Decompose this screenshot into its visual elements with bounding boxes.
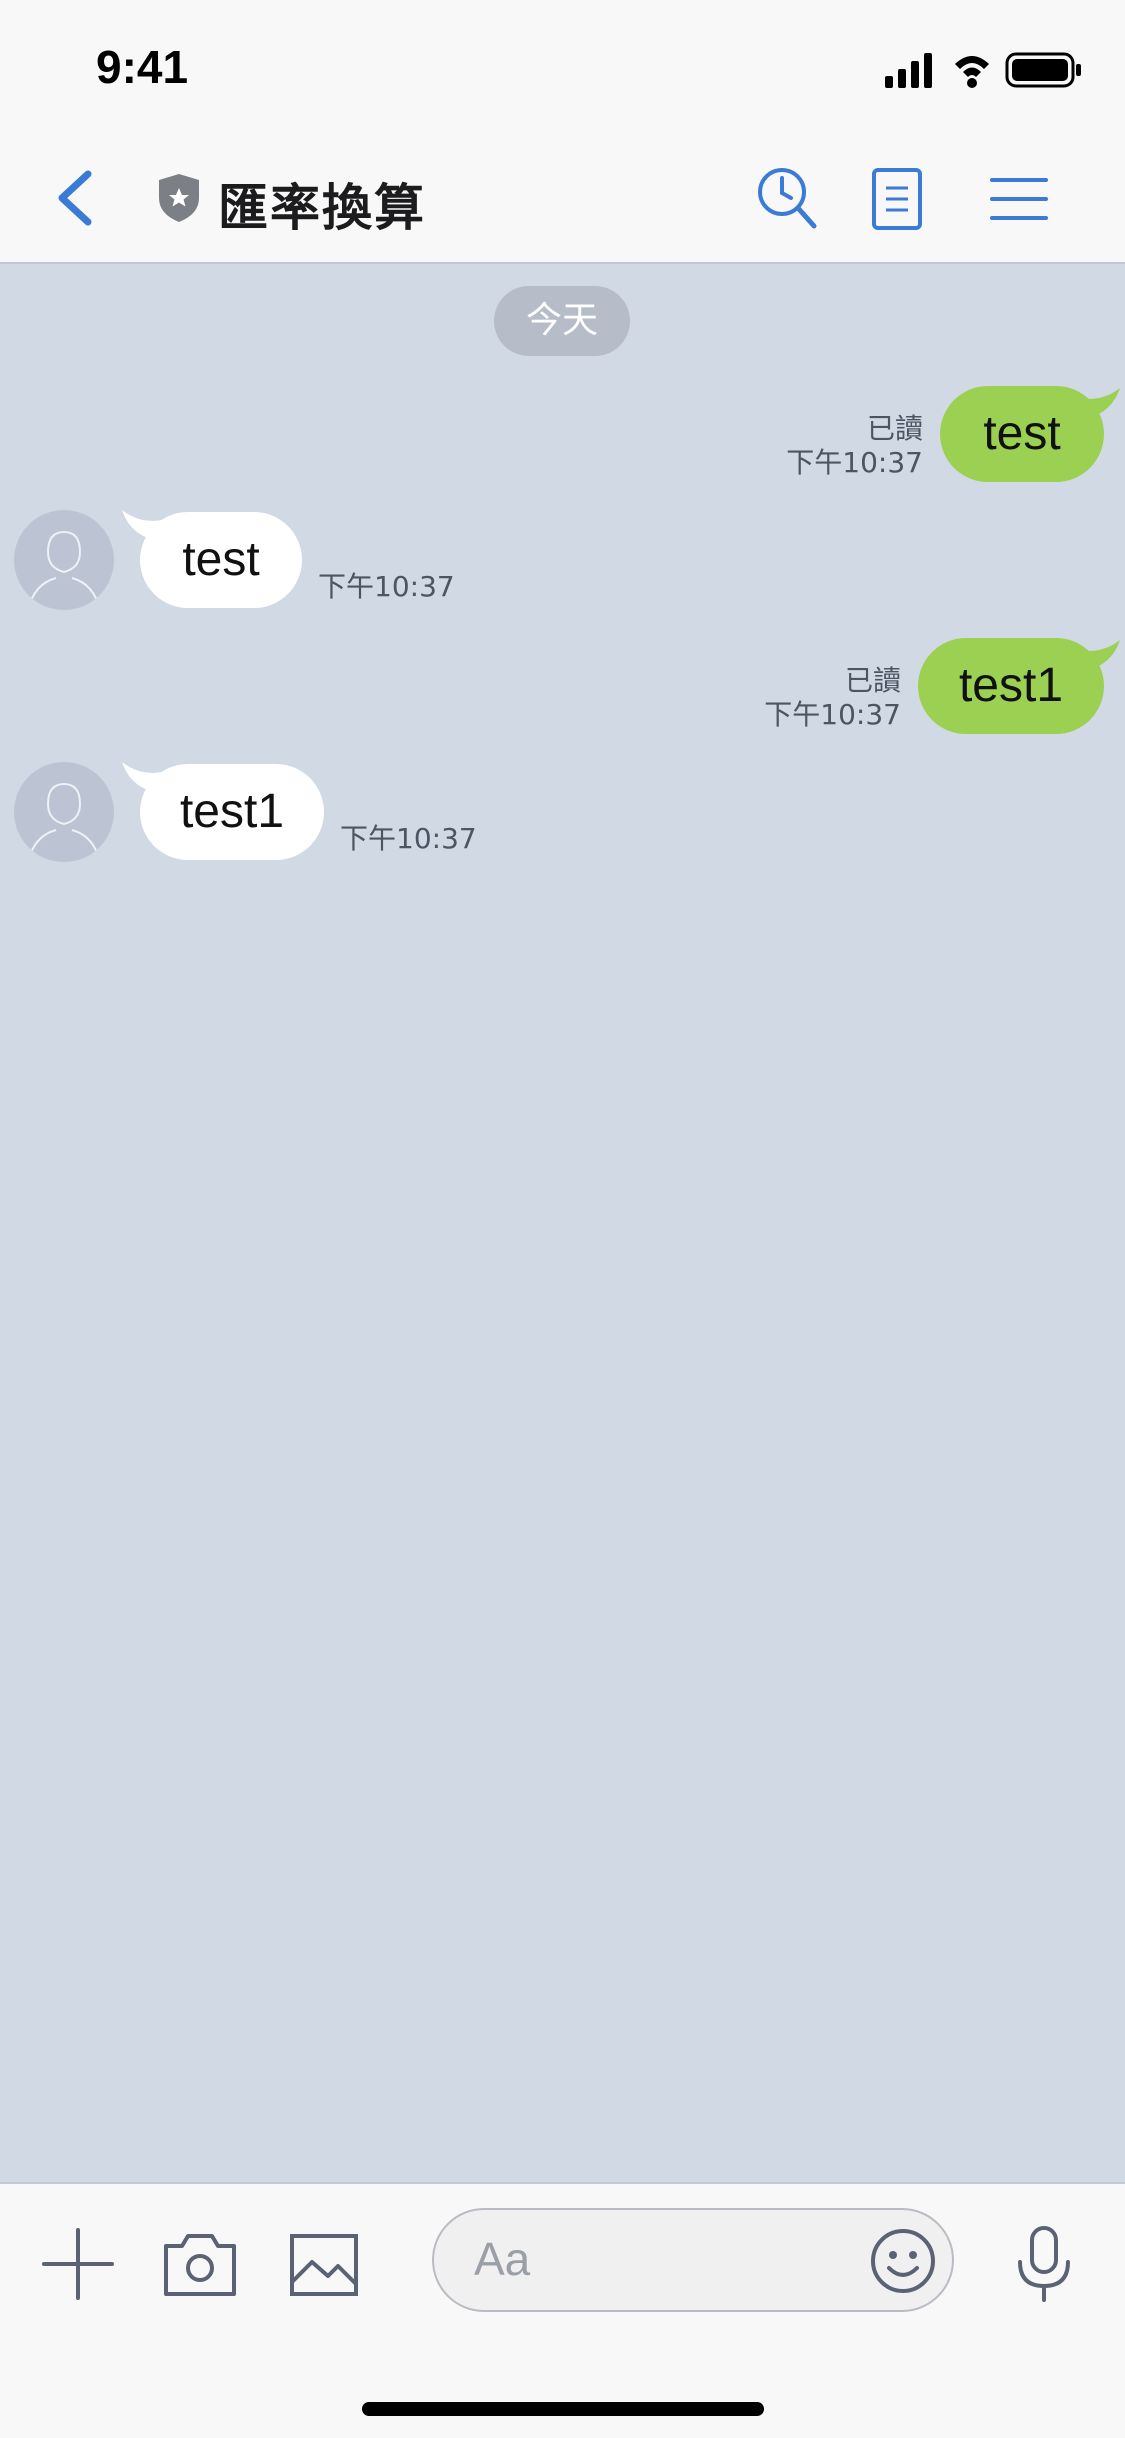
input-bar: Aa xyxy=(0,2182,1125,2438)
signal-icon xyxy=(885,53,932,88)
chat-area[interactable]: 今天 已讀 下午10:37 test test 下午10:37 已讀 下午10:… xyxy=(0,264,1125,2182)
message-time: 下午10:37 xyxy=(786,446,923,479)
status-time: 9:41 xyxy=(96,41,189,93)
shield-icon xyxy=(159,174,199,222)
message-bubble[interactable]: test1 xyxy=(140,764,324,860)
menu-icon[interactable] xyxy=(984,164,1054,234)
message-time: 下午10:37 xyxy=(764,698,901,731)
status-icons xyxy=(885,52,1081,88)
date-separator: 今天 xyxy=(494,286,630,356)
wifi-icon xyxy=(955,56,989,88)
emoji-icon[interactable] xyxy=(868,2226,938,2296)
message-bubble[interactable]: test1 xyxy=(918,638,1104,734)
message-time: 下午10:37 xyxy=(318,570,455,603)
message-input[interactable]: Aa xyxy=(432,2208,954,2312)
plus-icon[interactable] xyxy=(38,2224,118,2304)
mic-icon[interactable] xyxy=(1004,2224,1084,2304)
input-placeholder: Aa xyxy=(474,2233,531,2285)
battery-icon xyxy=(1005,52,1081,88)
camera-icon[interactable] xyxy=(160,2224,240,2304)
avatar[interactable] xyxy=(14,510,114,610)
person-icon xyxy=(27,530,101,610)
status-bar: 9:41 xyxy=(0,0,1125,130)
avatar[interactable] xyxy=(14,762,114,862)
home-indicator xyxy=(362,2402,764,2416)
chat-header: 匯率換算 xyxy=(0,130,1125,264)
message-time: 下午10:37 xyxy=(340,822,477,855)
person-icon xyxy=(27,782,101,862)
read-receipt: 已讀 xyxy=(844,664,901,697)
message-bubble[interactable]: test xyxy=(140,512,302,608)
image-icon[interactable] xyxy=(284,2224,364,2304)
notes-icon[interactable] xyxy=(862,164,932,234)
read-receipt: 已讀 xyxy=(866,412,923,445)
chat-title: 匯率換算 xyxy=(218,179,426,237)
back-icon[interactable] xyxy=(50,168,100,228)
message-bubble[interactable]: test xyxy=(940,386,1104,482)
search-icon[interactable] xyxy=(752,164,822,234)
